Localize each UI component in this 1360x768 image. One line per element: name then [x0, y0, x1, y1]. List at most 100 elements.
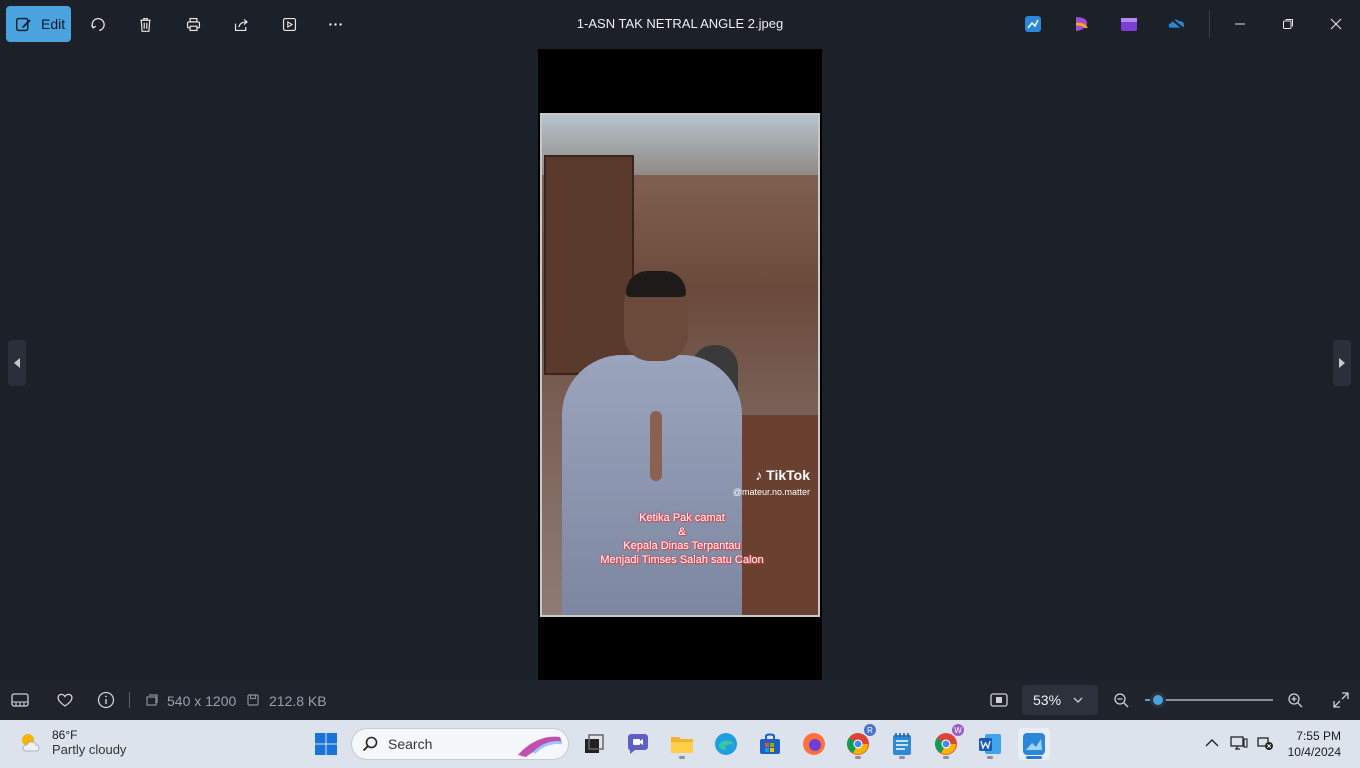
taskbar-teams[interactable] [622, 728, 654, 760]
zoom-out-icon[interactable] [1112, 691, 1130, 709]
chevron-down-icon [1073, 697, 1083, 703]
running-indicator [987, 756, 993, 759]
image-dimensions: 540 x 1200 [167, 693, 237, 709]
active-app-indicator [1026, 756, 1042, 759]
weather-temperature: 86°F [52, 728, 78, 742]
minimize-icon[interactable] [1228, 12, 1252, 36]
display-icon[interactable] [1230, 734, 1248, 752]
edge-icon [715, 733, 737, 755]
edit-label: Edit [41, 16, 66, 32]
slideshow-icon[interactable] [277, 12, 301, 36]
notepad-icon [893, 733, 911, 755]
onedrive-icon[interactable] [1167, 14, 1187, 34]
taskbar-search[interactable]: Search [351, 728, 569, 760]
edit-button[interactable]: Edit [6, 6, 71, 42]
rotate-icon[interactable] [85, 12, 109, 36]
file-size-icon [244, 691, 262, 709]
taskbar-firefox[interactable] [798, 728, 830, 760]
start-button[interactable] [310, 728, 342, 760]
task-view-button[interactable] [578, 728, 610, 760]
weather-widget[interactable]: 86°F Partly cloudy [18, 728, 126, 757]
taskbar-chrome-profile-w[interactable]: W [930, 724, 964, 760]
zoom-in-icon[interactable] [1286, 691, 1304, 709]
tiktok-handle: @mateur.no.matter [732, 487, 810, 497]
photos-app-icon[interactable] [1023, 14, 1043, 34]
taskbar-file-explorer[interactable] [666, 728, 698, 760]
previous-image-button[interactable] [8, 340, 26, 386]
photo-scene: ♪ TikTok @mateur.no.matter Ketika Pak ca… [540, 113, 820, 617]
toolbar-divider [1209, 10, 1210, 38]
firefox-icon [803, 733, 825, 755]
status-bar: 540 x 1200 212.8 KB 53% [0, 680, 1360, 720]
clipchamp-app-icon[interactable] [1119, 14, 1139, 34]
taskbar-clock[interactable]: 7:55 PM 10/4/2024 [1288, 728, 1341, 760]
weather-condition: Partly cloudy [52, 742, 127, 757]
running-indicator [943, 756, 949, 759]
task-view-icon [585, 734, 604, 753]
photo-caption: Ketika Pak camat & Kepala Dinas Terpanta… [542, 511, 818, 567]
file-size: 212.8 KB [269, 693, 327, 709]
zoom-dropdown[interactable]: 53% [1022, 685, 1098, 715]
running-indicator [899, 756, 905, 759]
caption-line: Menjadi Timses Salah satu Calon [600, 554, 764, 566]
taskbar-notepad[interactable] [886, 728, 918, 760]
fullscreen-icon[interactable] [1332, 691, 1350, 709]
more-icon[interactable] [323, 12, 347, 36]
profile-badge: W [952, 724, 964, 736]
clock-date: 10/4/2024 [1287, 745, 1341, 759]
taskbar-word[interactable] [974, 728, 1006, 760]
print-icon[interactable] [181, 12, 205, 36]
taskbar-photos[interactable] [1018, 728, 1050, 760]
chevron-right-icon [1339, 358, 1345, 368]
displayed-photo[interactable]: ♪ TikTok @mateur.no.matter Ketika Pak ca… [538, 49, 822, 680]
scene-person-body [562, 355, 742, 615]
restore-icon[interactable] [1276, 12, 1300, 36]
tiktok-brand-text: TikTok [766, 467, 810, 483]
folder-icon [671, 737, 693, 753]
designer-app-icon[interactable] [1072, 14, 1092, 34]
caption-line: Ketika Pak camat [639, 512, 725, 524]
scene-cabinet [544, 155, 634, 375]
photos-icon [1023, 733, 1045, 755]
taskbar-edge[interactable] [710, 728, 742, 760]
close-icon[interactable] [1324, 12, 1348, 36]
running-indicator [679, 756, 685, 759]
partly-cloudy-icon [22, 733, 40, 751]
top-toolbar: Edit 1-ASN TAK NETRAL ANGLE 2.jpeg [0, 0, 1360, 49]
search-icon [362, 736, 378, 752]
tiktok-brand: ♪ TikTok [733, 467, 810, 483]
caption-line: Kepala Dinas Terpantau [623, 540, 741, 552]
dimensions-icon [143, 691, 161, 709]
next-image-button[interactable] [1333, 340, 1351, 386]
word-icon [979, 734, 1001, 754]
share-icon[interactable] [229, 12, 253, 36]
filmstrip-icon[interactable] [11, 691, 29, 709]
info-icon[interactable] [97, 691, 115, 709]
search-placeholder: Search [388, 736, 433, 752]
edit-icon [16, 17, 31, 31]
windows-taskbar: 86°F Partly cloudy Search R W 7:55 PM 10… [0, 720, 1360, 768]
store-icon [760, 733, 780, 754]
chrome-icon [935, 733, 957, 755]
scene-person-hair [626, 271, 686, 297]
windows-logo-icon [315, 733, 337, 755]
taskbar-store[interactable] [754, 728, 786, 760]
chrome-icon [847, 733, 869, 755]
zoom-value: 53% [1033, 692, 1062, 708]
scene-raised-finger [650, 411, 662, 481]
taskbar-chrome-profile-r[interactable]: R [842, 724, 876, 760]
window-title: 1-ASN TAK NETRAL ANGLE 2.jpeg [576, 16, 784, 31]
chevron-up-icon[interactable] [1203, 734, 1221, 752]
running-indicator [855, 756, 861, 759]
chat-icon [628, 734, 648, 754]
zoom-slider-thumb[interactable] [1149, 692, 1166, 708]
tiktok-logo-icon: ♪ [755, 467, 763, 483]
fit-to-window-icon[interactable] [990, 691, 1008, 709]
chevron-left-icon [14, 358, 20, 368]
favorite-icon[interactable] [56, 691, 74, 709]
search-highlight-icon [518, 736, 563, 757]
delete-icon[interactable] [133, 12, 157, 36]
profile-badge: R [864, 724, 876, 736]
status-divider [129, 692, 130, 708]
no-internet-icon[interactable] [1256, 734, 1274, 752]
